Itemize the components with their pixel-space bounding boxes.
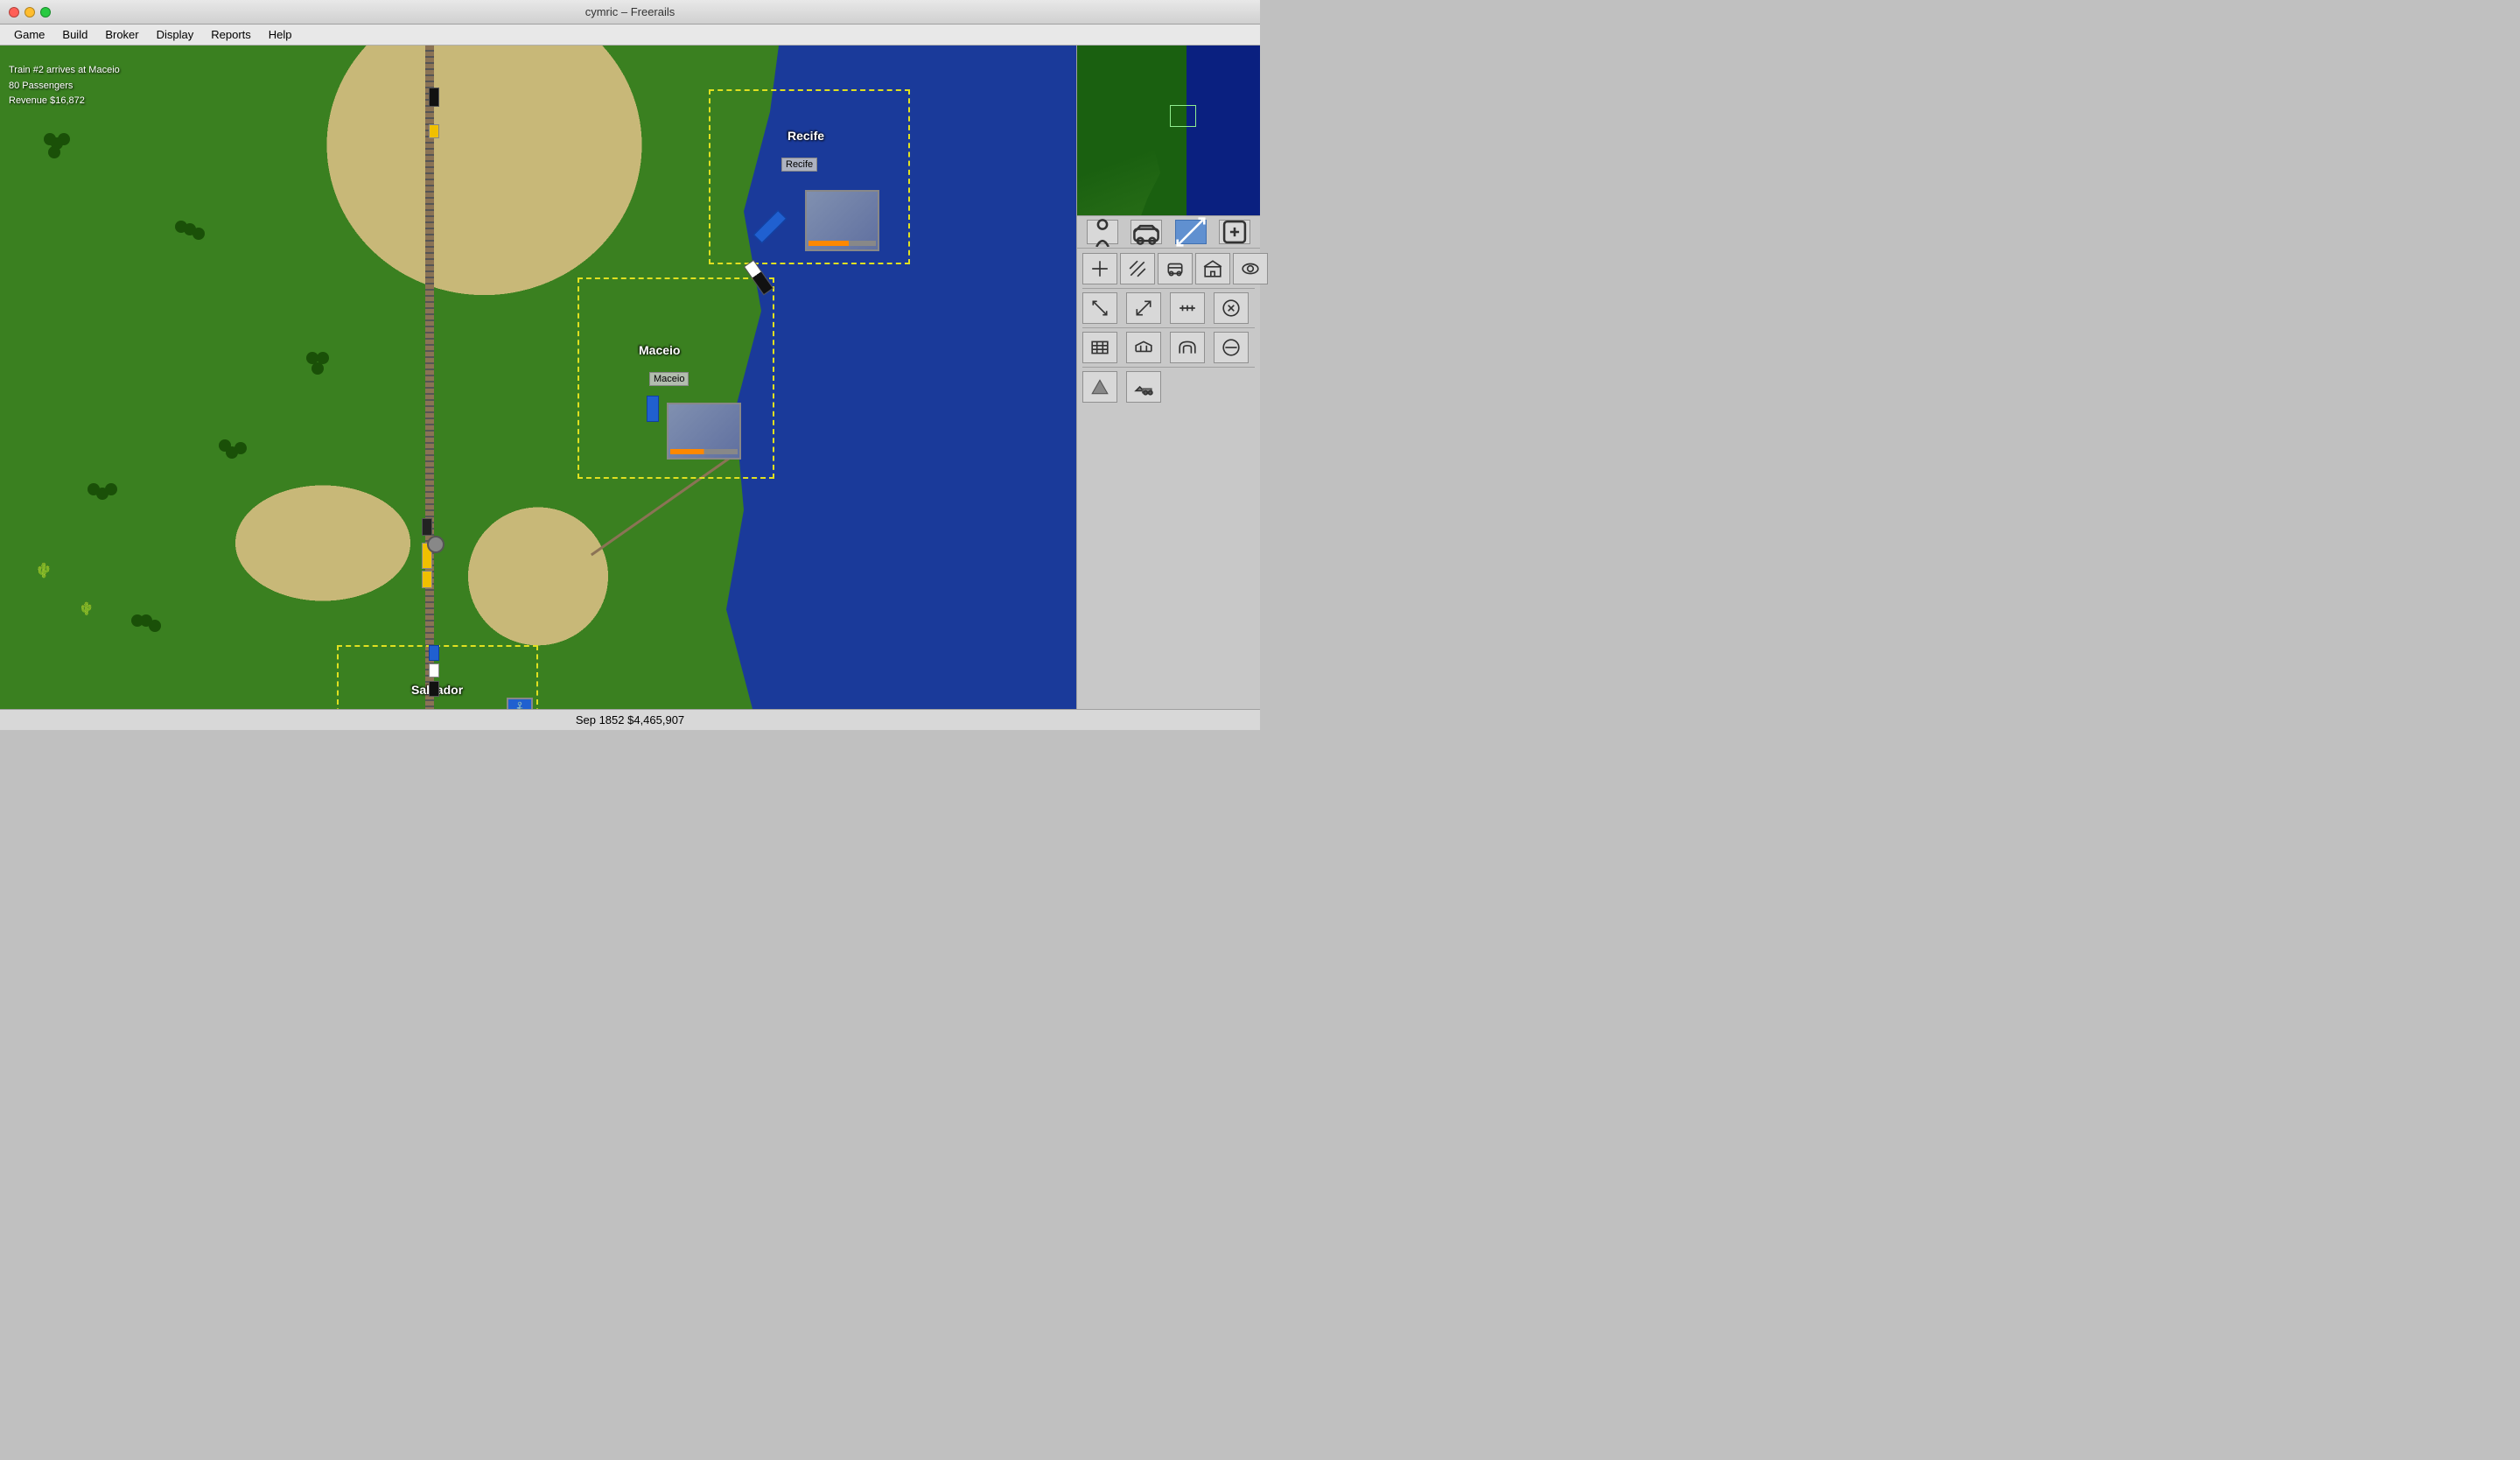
status-bar: Sep 1852 $4,465,907: [0, 709, 1260, 730]
city-tag-maceio: Maceio: [649, 372, 689, 386]
tool-separator-3: [1082, 367, 1255, 368]
station-popup-recife[interactable]: [805, 190, 879, 251]
tool-remove[interactable]: [1214, 292, 1249, 324]
tree-cluster-1: [44, 133, 56, 145]
tool-add-track[interactable]: [1082, 253, 1117, 284]
tool-row-4: [1077, 369, 1260, 404]
minimize-button[interactable]: [24, 7, 35, 18]
status-text: Sep 1852 $4,465,907: [576, 713, 684, 726]
menu-bar: Game Build Broker Display Reports Help: [0, 25, 1260, 46]
mini-map-land: [1077, 46, 1205, 215]
tool-bridge[interactable]: [1126, 332, 1161, 363]
tool-separator-2: [1082, 327, 1255, 328]
train-black: [422, 518, 432, 536]
tool-tunnel[interactable]: [1170, 332, 1205, 363]
notification-line3: Revenue $16,872: [9, 94, 120, 109]
menu-build[interactable]: Build: [55, 26, 94, 43]
mini-map-viewport: [1170, 105, 1196, 127]
tool-view[interactable]: [1233, 253, 1268, 284]
menu-reports[interactable]: Reports: [204, 26, 258, 43]
window-controls: [9, 7, 51, 18]
main-layout: Recife Recife Maceio Maceio Salvador: [0, 46, 1260, 709]
junction-1: [427, 536, 444, 553]
tool-no-entry[interactable]: [1214, 332, 1249, 363]
tool-bridge-grid[interactable]: [1082, 332, 1117, 363]
city-tag-recife: Recife: [781, 158, 817, 172]
game-viewport[interactable]: Recife Recife Maceio Maceio Salvador: [0, 46, 1076, 709]
tool-row-1: [1077, 249, 1260, 286]
tool-bulldoze[interactable]: [1126, 371, 1161, 403]
menu-help[interactable]: Help: [262, 26, 299, 43]
window-title: cymric – Freerails: [585, 5, 676, 18]
train-top-yellow: [429, 124, 439, 138]
menu-display[interactable]: Display: [150, 26, 201, 43]
mini-map-ocean: [1186, 46, 1260, 215]
menu-broker[interactable]: Broker: [98, 26, 145, 43]
train-yellow-2: [422, 571, 432, 588]
tool-tabs: [1077, 216, 1260, 249]
salvador-marker: ⚓: [507, 698, 533, 709]
tool-tab-3[interactable]: [1219, 220, 1250, 244]
city-label-recife: Recife: [788, 129, 824, 143]
notification-line1: Train #2 arrives at Maceio: [9, 63, 120, 79]
tree-cluster-6: [131, 614, 144, 627]
tool-row-2: [1077, 291, 1260, 326]
train-salvador-2: [429, 663, 439, 677]
train-top: [429, 88, 439, 107]
tool-tab-0[interactable]: [1087, 220, 1118, 244]
train-salvador-3: [429, 681, 439, 697]
station-popup-maceio[interactable]: [667, 403, 741, 460]
tool-track-sw[interactable]: [1082, 292, 1117, 324]
cactus-2: 🌵: [79, 601, 94, 616]
map-canvas[interactable]: Recife Recife Maceio Maceio Salvador: [0, 46, 1076, 709]
train-blue: [647, 396, 659, 422]
tool-tab-1[interactable]: [1130, 220, 1162, 244]
tree-cluster-5: [219, 439, 231, 452]
tree-cluster-4: [88, 483, 100, 495]
tool-separator-1: [1082, 288, 1255, 289]
tool-train[interactable]: [1158, 253, 1193, 284]
tool-track-se[interactable]: [1126, 292, 1161, 324]
title-bar: cymric – Freerails: [0, 0, 1260, 25]
city-label-maceio: Maceio: [639, 343, 680, 357]
rail-track-vertical: [425, 46, 434, 709]
tool-track-h[interactable]: [1170, 292, 1205, 324]
tool-diagonal-ne[interactable]: [1120, 253, 1155, 284]
train-salvador: [429, 645, 439, 661]
menu-game[interactable]: Game: [7, 26, 52, 43]
notification-overlay: Train #2 arrives at Maceio 80 Passengers…: [9, 63, 120, 109]
right-panel: [1076, 46, 1260, 709]
tool-row-3: [1077, 330, 1260, 365]
tool-station[interactable]: [1195, 253, 1230, 284]
notification-line2: 80 Passengers: [9, 79, 120, 95]
tree-cluster-3: [306, 352, 318, 364]
close-button[interactable]: [9, 7, 19, 18]
tool-terrain[interactable]: [1082, 371, 1117, 403]
mini-map[interactable]: [1077, 46, 1260, 216]
tree-cluster-2: [175, 221, 187, 233]
cactus-1: 🌵: [35, 562, 52, 579]
tool-tab-2[interactable]: [1175, 220, 1207, 244]
maximize-button[interactable]: [40, 7, 51, 18]
ocean: [726, 46, 1076, 709]
